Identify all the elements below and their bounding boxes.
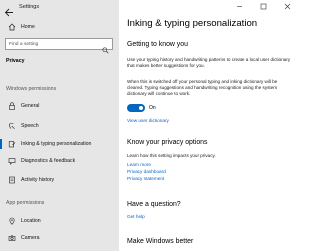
sidebar-item-location[interactable]: Location <box>0 214 119 228</box>
sidebar-item-label: Inking & typing personalization <box>21 141 92 147</box>
toggle-state-label: On <box>149 105 156 111</box>
minimize-button[interactable] <box>227 0 251 13</box>
search-input[interactable]: Find a setting <box>5 38 113 54</box>
section-heading-getting-to-know: Getting to know you <box>127 41 188 48</box>
pen-page-icon <box>5 137 19 151</box>
sidebar-item-label: Location <box>21 218 41 224</box>
home-icon <box>5 20 19 34</box>
location-icon <box>5 214 19 228</box>
view-user-dictionary-link[interactable]: View user dictionary <box>127 118 169 123</box>
microphone-icon <box>5 119 19 133</box>
sidebar-item-label: General <box>21 103 40 109</box>
camera-icon <box>5 231 19 245</box>
maximize-button[interactable] <box>251 0 275 13</box>
intro-text: Use your typing history and handwriting … <box>127 57 291 69</box>
section-heading-question: Have a question? <box>127 201 181 208</box>
sidebar-item-diagnostics[interactable]: Diagnostics & feedback <box>0 154 119 168</box>
sidebar-item-general[interactable]: General <box>0 99 119 113</box>
sidebar-item-speech[interactable]: Speech <box>0 119 119 133</box>
back-arrow-icon[interactable] <box>4 4 14 17</box>
search-icon <box>102 41 109 54</box>
section-heading-make-better: Make Windows better <box>127 238 194 245</box>
close-button[interactable] <box>275 0 299 13</box>
feedback-icon <box>5 154 19 168</box>
sidebar-item-inking-typing[interactable]: Inking & typing personalization <box>0 137 119 151</box>
sidebar: Settings Home Find a setting Privacy Win… <box>0 0 119 251</box>
learn-more-link[interactable]: Learn more <box>127 162 151 167</box>
switch-description: When this is switched off your personal … <box>127 79 278 97</box>
toggle-knob <box>139 106 143 110</box>
sidebar-item-label: Activity history <box>21 177 55 183</box>
privacy-statement-link[interactable]: Privacy statement <box>127 176 164 181</box>
privacy-dashboard-link[interactable]: Privacy dashboard <box>127 169 166 174</box>
get-help-link[interactable]: Get help <box>127 214 145 219</box>
sidebar-item-camera[interactable]: Camera <box>0 231 119 245</box>
section-header-windows-permissions: Windows permissions <box>6 86 57 92</box>
window-title: Settings <box>19 4 40 10</box>
sidebar-item-label: Diagnostics & feedback <box>21 158 76 164</box>
sidebar-item-home[interactable]: Home <box>0 20 119 34</box>
page-title: Inking & typing personalization <box>127 18 258 29</box>
lock-icon <box>5 99 19 113</box>
sidebar-item-activity-history[interactable]: Activity history <box>0 173 119 187</box>
window-controls <box>227 0 299 13</box>
section-heading-privacy: Know your privacy options <box>127 139 208 146</box>
sidebar-item-label: Home <box>21 24 35 30</box>
personalization-toggle[interactable] <box>127 104 145 112</box>
main-content: Inking & typing personalization Getting … <box>119 0 299 251</box>
history-icon <box>5 173 19 187</box>
category-title: Privacy <box>6 58 25 64</box>
sidebar-item-label: Speech <box>21 123 39 129</box>
sidebar-item-label: Camera <box>21 235 40 241</box>
privacy-text: Learn how this setting impacts your priv… <box>127 153 216 158</box>
search-placeholder: Find a setting <box>9 42 39 47</box>
section-header-app-permissions: App permissions <box>6 200 45 206</box>
